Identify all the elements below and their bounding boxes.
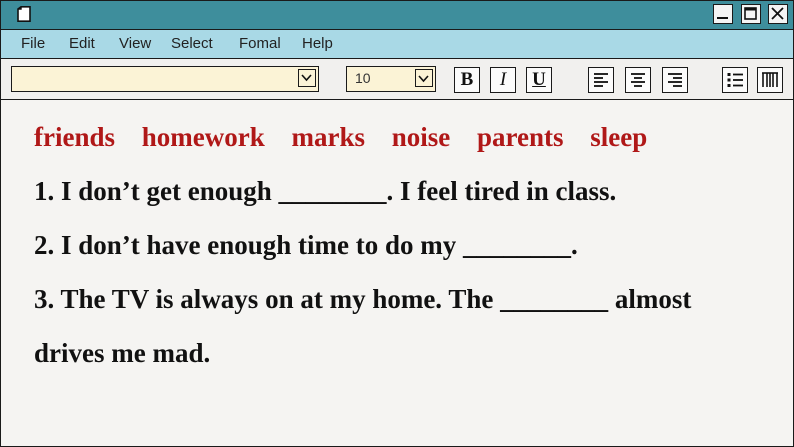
word-bank-item: noise [391,122,451,152]
minimize-button[interactable] [713,4,733,24]
columns-icon [762,72,778,87]
bullet-list-button[interactable] [722,67,748,93]
menu-view[interactable]: View [119,35,151,52]
italic-button[interactable]: I [490,67,516,93]
minimize-icon [717,17,728,19]
underline-button[interactable]: U [526,67,552,93]
menu-format[interactable]: Fomal [239,35,281,52]
align-left-button[interactable] [588,67,614,93]
close-icon [771,7,784,20]
document-content[interactable]: friends homework marks noise parents sle… [1,100,793,446]
exercise-line-1: 1. I don’t get enough ________. I feel t… [34,176,617,206]
font-size-value: 10 [355,70,371,86]
format-toolbar: 10 B I U [1,59,793,100]
size-dropdown-button[interactable] [415,69,433,87]
menu-bar: File Edit View Select Fomal Help [1,30,793,59]
close-button[interactable] [768,4,788,24]
maximize-button[interactable] [741,4,761,24]
document-icon [17,6,31,22]
align-left-icon [594,73,608,87]
app-window: File Edit View Select Fomal Help 10 B I … [0,0,794,447]
exercise-line-3: 3. The TV is always on at my home. The _… [34,284,692,314]
font-family-select[interactable] [11,66,319,92]
chevron-down-icon [301,74,312,82]
align-right-button[interactable] [662,67,688,93]
bullet-list-icon [727,73,743,87]
menu-file[interactable]: File [21,35,45,52]
maximize-icon [744,7,757,20]
font-size-select[interactable]: 10 [346,66,436,92]
word-bank-item: parents [477,122,564,152]
menu-edit[interactable]: Edit [69,35,95,52]
title-bar [1,1,793,30]
exercise-line-2: 2. I don’t have enough time to do my ___… [34,230,578,260]
chevron-down-icon [418,75,429,83]
word-bank: friends homework marks noise parents sle… [34,122,667,153]
font-dropdown-button[interactable] [298,69,316,87]
align-right-icon [668,73,682,87]
word-bank-item: marks [291,122,366,152]
columns-button[interactable] [757,67,783,93]
align-center-button[interactable] [625,67,651,93]
menu-help[interactable]: Help [302,35,333,52]
word-bank-item: sleep [590,122,648,152]
bold-button[interactable]: B [454,67,480,93]
exercise-line-3-continued: drives me mad. [34,338,211,368]
word-bank-item: friends [34,122,115,152]
word-bank-item: homework [141,122,265,152]
menu-select[interactable]: Select [171,35,213,52]
align-center-icon [631,73,645,87]
